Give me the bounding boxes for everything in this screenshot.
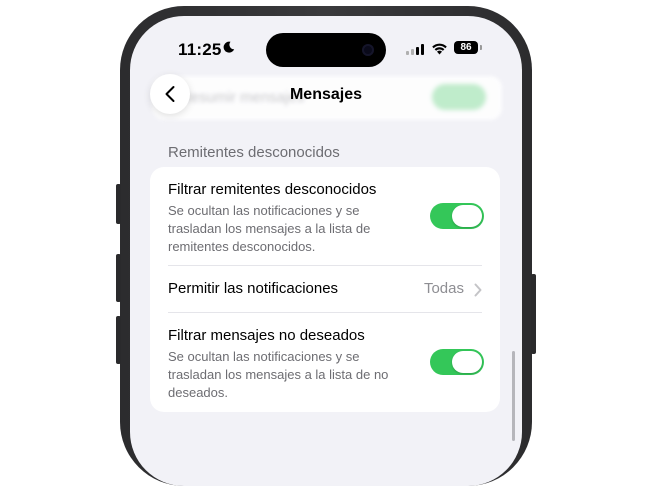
chevron-right-icon [474, 283, 482, 297]
wifi-icon [432, 43, 447, 55]
toggle-knob [452, 351, 482, 373]
row-description: Se ocultan las notificaciones y se trasl… [168, 349, 389, 400]
allow-notifications-row[interactable]: Permitir las notificaciones Todas [150, 266, 500, 312]
power-button [531, 274, 536, 354]
camera-icon [362, 44, 374, 56]
toggle-knob [452, 205, 482, 227]
filter-junk-row[interactable]: Filtrar mensajes no deseados Se ocultan … [150, 313, 500, 412]
volume-down-button [116, 316, 121, 364]
filter-junk-toggle[interactable] [430, 349, 484, 375]
row-title: Filtrar mensajes no deseados [168, 327, 365, 344]
battery-tip [480, 45, 482, 50]
dynamic-island [266, 33, 386, 67]
page-title: Mensajes [289, 86, 363, 103]
action-button [116, 184, 121, 224]
filter-unknown-senders-row[interactable]: Filtrar remitentes desconocidos Se ocult… [150, 167, 500, 265]
volume-up-button [116, 254, 121, 302]
phone-screen: 11:25 86 Resumir mensajes Mensajes Remit… [130, 16, 522, 486]
section-header: Remitentes desconocidos [168, 144, 340, 161]
moon-icon [223, 41, 235, 53]
filter-unknown-senders-toggle[interactable] [430, 203, 484, 229]
row-description: Se ocultan las notificaciones y se trasl… [168, 203, 371, 254]
settings-group: Filtrar remitentes desconocidos Se ocult… [150, 167, 500, 412]
cellular-signal-icon [406, 44, 424, 55]
scroll-indicator[interactable] [512, 351, 515, 441]
row-title: Permitir las notificaciones [168, 280, 339, 297]
status-time: 11:25 [178, 40, 222, 59]
row-value: Todas [423, 280, 464, 297]
battery-icon: 86 [454, 41, 478, 54]
row-title: Filtrar remitentes desconocidos [168, 181, 377, 198]
